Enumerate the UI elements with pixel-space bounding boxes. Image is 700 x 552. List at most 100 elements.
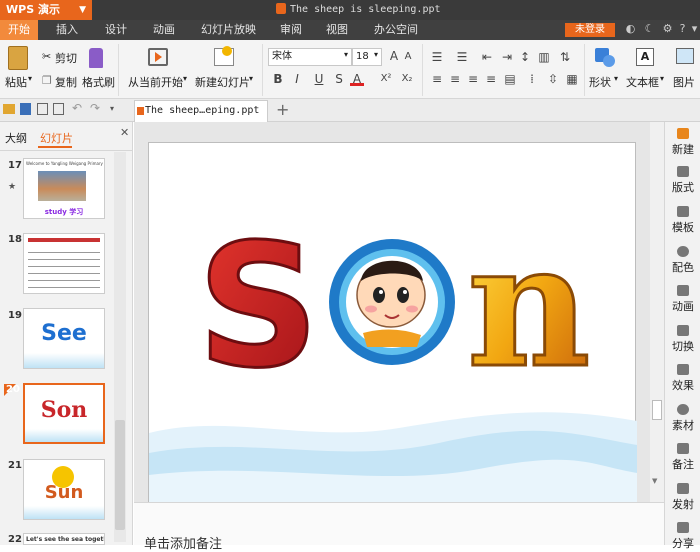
undo-icon[interactable]: ↶ [72, 101, 82, 115]
chevron-down-icon[interactable]: ▾ [614, 74, 618, 83]
print-icon[interactable] [37, 103, 48, 115]
chevron-down-icon[interactable]: ▾ [110, 104, 114, 113]
line-spacing-icon[interactable]: ↕ [518, 50, 532, 64]
task-transition[interactable]: 切换 [665, 325, 700, 354]
vertical-align-icon[interactable]: ⇳ [546, 72, 560, 86]
subscript-icon[interactable]: X₂ [400, 72, 414, 86]
slide-thumbnail-19[interactable]: See [23, 308, 105, 369]
save-icon[interactable] [20, 103, 31, 115]
superscript-icon[interactable]: X² [379, 72, 393, 86]
decrease-indent-icon[interactable]: ⇤ [480, 50, 494, 64]
shape-button[interactable]: 形状 [589, 74, 611, 90]
bullet-list-icon[interactable]: ☰ [430, 50, 444, 64]
panel-scrollbar[interactable] [114, 152, 126, 542]
close-icon[interactable]: ✕ [120, 126, 129, 139]
align-center-icon[interactable]: ≡ [448, 72, 462, 86]
thumbnail-wave [24, 506, 104, 519]
slide-thumbnail-22[interactable]: Let's see the sea together [23, 533, 105, 545]
task-animation[interactable]: 动画 [665, 285, 700, 314]
textbox-button[interactable]: 文本框 [626, 74, 659, 90]
tab-outline[interactable]: 大纲 [5, 130, 27, 146]
strikethrough-icon[interactable]: S [332, 72, 346, 86]
task-transition-label: 切换 [672, 340, 694, 353]
task-new[interactable]: 新建 [665, 128, 700, 157]
underline-icon[interactable]: U [312, 72, 326, 86]
cut-button[interactable]: 剪切 [55, 50, 77, 66]
scrollbar-thumb[interactable] [652, 400, 662, 420]
menu-home[interactable]: 开始 [0, 20, 38, 40]
redo-icon[interactable]: ↷ [90, 101, 100, 115]
task-new-label: 新建 [672, 143, 694, 156]
menu-insert[interactable]: 插入 [48, 20, 86, 40]
chevron-down-icon[interactable]: ▾ [688, 22, 700, 36]
chevron-down-icon[interactable]: ▾ [183, 74, 187, 83]
task-publish[interactable]: 发射 [665, 483, 700, 512]
menu-design[interactable]: 设计 [97, 20, 135, 40]
paste-icon[interactable] [8, 46, 28, 70]
tab-slides[interactable]: 幻灯片 [40, 130, 73, 146]
new-tab-icon[interactable]: + [276, 100, 289, 119]
chevron-down-icon[interactable]: ▾ [249, 74, 253, 83]
slide-number: 19 [8, 310, 22, 321]
menu-slideshow[interactable]: 幻灯片放映 [193, 20, 264, 40]
columns-icon[interactable]: ▥ [537, 50, 551, 64]
current-slide[interactable]: S n [148, 142, 637, 509]
thumbnail-wave [25, 429, 103, 442]
align-left-icon[interactable]: ≡ [430, 72, 444, 86]
paragraph-spacing-icon[interactable]: ⁞ [525, 72, 539, 86]
open-folder-icon[interactable] [3, 104, 15, 114]
document-tab[interactable]: The sheep…eping.ppt [134, 100, 268, 122]
numbered-list-icon[interactable]: ☰ [455, 50, 469, 64]
app-menu-button[interactable]: WPS 演示 ▼ [0, 0, 92, 20]
new-slide-button[interactable]: 新建幻灯片 [195, 74, 250, 90]
chevron-down-icon[interactable]: ▾ [660, 74, 664, 83]
slide-thumbnail-20[interactable]: Son [23, 383, 105, 444]
task-share[interactable]: 分享 [665, 522, 700, 551]
notes-pane[interactable]: 单击添加备注 [134, 502, 664, 552]
menu-review[interactable]: 审阅 [272, 20, 310, 40]
task-color-scheme[interactable]: 配色 [665, 246, 700, 275]
task-materials[interactable]: 素材 [665, 404, 700, 433]
slide-thumbnail-18[interactable] [23, 233, 105, 294]
copy-button[interactable]: 复制 [55, 74, 77, 90]
chevron-down-icon[interactable]: ▾ [28, 74, 32, 83]
moon-icon[interactable]: ☾ [643, 22, 656, 36]
chevron-down-icon[interactable]: ▼ [652, 477, 657, 485]
task-template[interactable]: 模板 [665, 206, 700, 235]
ribbon-divider [118, 44, 119, 96]
canvas-scrollbar[interactable]: ▼ [650, 122, 664, 502]
distribute-icon[interactable]: ▤ [503, 72, 517, 86]
increase-indent-icon[interactable]: ⇥ [500, 50, 514, 64]
picture-button[interactable]: 图片 [673, 74, 695, 90]
grow-font-icon[interactable]: A [387, 49, 401, 63]
notes-placeholder[interactable]: 单击添加备注 [144, 533, 222, 552]
menu-office-space[interactable]: 办公空间 [366, 20, 426, 40]
task-layout[interactable]: 版式 [665, 166, 700, 195]
menu-view[interactable]: 视图 [318, 20, 356, 40]
paste-button[interactable]: 粘贴 [5, 74, 27, 90]
settings-icon[interactable]: ⚙ [661, 22, 674, 36]
menu-animation[interactable]: 动画 [145, 20, 183, 40]
font-name-select[interactable]: 宋体 [268, 48, 352, 66]
from-current-button[interactable]: 从当前开始 [128, 74, 183, 90]
shrink-font-icon[interactable]: A [401, 50, 415, 64]
slide-caption: study 学习 [44, 208, 84, 216]
print-preview-icon[interactable] [53, 103, 64, 115]
italic-icon[interactable]: I [290, 72, 304, 86]
slide-thumbnail-21[interactable]: Sun [23, 459, 105, 520]
task-effects[interactable]: 效果 [665, 364, 700, 393]
chevron-down-icon[interactable]: ▾ [374, 50, 378, 59]
bold-icon[interactable]: B [271, 72, 285, 86]
font-color-icon[interactable]: A [350, 72, 364, 86]
login-button[interactable]: 未登录 [565, 23, 615, 37]
justify-icon[interactable]: ≡ [484, 72, 498, 86]
more-paragraph-icon[interactable]: ▦ [565, 72, 579, 86]
skin-icon[interactable]: ◐ [624, 22, 637, 36]
task-notes[interactable]: 备注 [665, 443, 700, 472]
scrollbar-thumb[interactable] [115, 420, 125, 530]
format-painter-button[interactable]: 格式刷 [82, 74, 115, 90]
align-right-icon[interactable]: ≡ [466, 72, 480, 86]
slide-thumbnail-17[interactable]: Welcome to Yangling Weigang Primary Scho… [23, 158, 105, 219]
chevron-down-icon[interactable]: ▾ [344, 50, 348, 59]
text-direction-icon[interactable]: ⇅ [558, 50, 572, 64]
